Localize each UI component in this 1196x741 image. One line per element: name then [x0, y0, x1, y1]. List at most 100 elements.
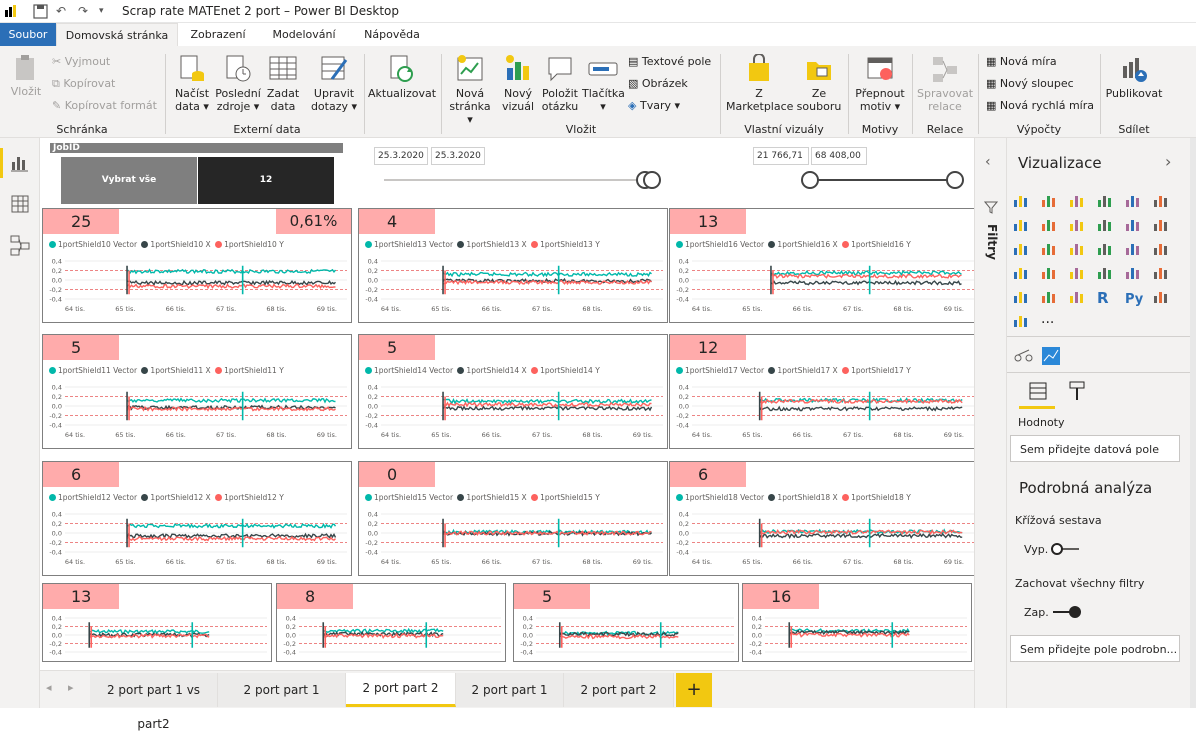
- r-script-visual-icon[interactable]: R: [1097, 288, 1113, 307]
- series-vector-line[interactable]: [442, 271, 652, 278]
- format-painter-button[interactable]: ✎ Kopírovat formát: [52, 99, 157, 112]
- switch-theme-button[interactable]: Přepnout motiv ▾: [852, 54, 908, 113]
- enter-data-button[interactable]: Zadat data: [264, 54, 302, 113]
- series-vector-line[interactable]: [126, 268, 337, 275]
- keep-filters-toggle[interactable]: [1051, 606, 1081, 618]
- series-vector-line[interactable]: [126, 397, 336, 404]
- cross-report-toggle[interactable]: [1051, 543, 1081, 555]
- date-from-input[interactable]: 25.3.2020: [374, 147, 428, 165]
- date-to-input[interactable]: 25.3.2020: [431, 147, 485, 165]
- copy-button[interactable]: ⧉ Kopírovat: [52, 77, 115, 91]
- format-paint-roller-icon[interactable]: [1067, 380, 1089, 402]
- quick-access-dropdown-icon[interactable]: ▾: [99, 6, 104, 16]
- chart-panel-small[interactable]: 8 0,4 0,2 0,0 -0,2 -0,4: [276, 583, 506, 662]
- series-x-line[interactable]: [126, 279, 336, 286]
- line-chart[interactable]: 0,40,20,0-0,2-0,4: [743, 584, 973, 663]
- new-column-button[interactable]: ▦ Nový sloupec: [986, 77, 1074, 90]
- series-x-line[interactable]: [759, 405, 963, 412]
- page-prev-icon[interactable]: ◂: [46, 681, 52, 694]
- series-x-line[interactable]: [770, 279, 962, 286]
- chart-panel[interactable]: 5 1portShield11 Vector 1portShield11 X 1p…: [42, 334, 352, 449]
- area-visual-icon[interactable]: [1041, 216, 1057, 232]
- jobid-option-button[interactable]: 12: [198, 157, 334, 204]
- range-to-input[interactable]: 68 408,00: [811, 147, 867, 165]
- chart-panel-small[interactable]: 16 0,4 0,2 0,0 -0,2 -0,4: [742, 583, 972, 662]
- clustered-column-visual-icon[interactable]: [1097, 192, 1113, 208]
- line-chart[interactable]: 0,40,2 0,0-0,2 -0,464 tis. 65 tis. 66 tis. 67…: [670, 335, 980, 450]
- python-visual-icon[interactable]: Py: [1125, 288, 1143, 307]
- ai-visual-icon[interactable]: [1041, 346, 1061, 366]
- matrix-visual-icon[interactable]: [1069, 288, 1085, 304]
- chart-panel[interactable]: 12 1portShield17 Vector 1portShield17 X 1…: [669, 334, 979, 449]
- stacked-column-visual-icon[interactable]: [1041, 192, 1057, 208]
- line-chart[interactable]: 0,40,20,0-0,2-0,4: [277, 584, 507, 663]
- kpi-visual-icon[interactable]: [1153, 264, 1169, 280]
- page-next-icon[interactable]: ▸: [68, 681, 74, 694]
- line-chart[interactable]: 0,40,2 0,0-0,2 -0,464 tis. 65 tis. 66 tis. 67…: [43, 335, 353, 450]
- waterfall-visual-icon[interactable]: [1013, 240, 1029, 256]
- line-column-2-visual-icon[interactable]: [1125, 216, 1141, 232]
- shapes-button[interactable]: ◈ Tvary ▾: [628, 99, 680, 112]
- filters-pane-collapsed[interactable]: ‹ Filtry: [974, 138, 1006, 708]
- donut-visual-icon[interactable]: [1125, 240, 1141, 256]
- custom-visual-icon[interactable]: [1013, 346, 1035, 364]
- new-quick-measure-button[interactable]: ▦ Nová rychlá míra: [986, 99, 1094, 112]
- marketplace-button[interactable]: Z Marketplace: [726, 54, 793, 113]
- chart-panel[interactable]: 13 1portShield16 Vector 1portShield16 X 1…: [669, 208, 979, 323]
- line-chart[interactable]: 0,40,20,0-0,2-0,4: [514, 584, 740, 663]
- line-chart[interactable]: 0,40,2 0,0-0,2 -0,464 tis. 65 tis. 66 tis. 67…: [359, 462, 669, 577]
- more-visual-icon[interactable]: ···: [1041, 312, 1057, 331]
- new-visual-button[interactable]: Nový vizuál: [498, 54, 538, 113]
- chart-panel[interactable]: 0 1portShield15 Vector 1portShield15 X 1p…: [358, 461, 668, 576]
- chart-panel[interactable]: 6 1portShield12 Vector 1portShield12 X 1p…: [42, 461, 352, 576]
- series-y-line[interactable]: [126, 283, 336, 290]
- page-tab[interactable]: 2 port part 1: [218, 673, 346, 707]
- series-vector-line[interactable]: [126, 522, 337, 529]
- range-slider-handle-right[interactable]: [946, 171, 964, 189]
- values-drop-well[interactable]: Sem přidejte datová pole: [1010, 435, 1180, 462]
- multirow-card-visual-icon[interactable]: [1125, 264, 1141, 280]
- fields-icon[interactable]: [1027, 380, 1049, 402]
- redo-icon[interactable]: ↷: [78, 4, 88, 18]
- scatter-visual-icon[interactable]: [1069, 240, 1085, 256]
- page-tab-active[interactable]: 2 port part 2: [346, 673, 456, 707]
- chart-panel[interactable]: 6 1portShield18 Vector 1portShield18 X 1p…: [669, 461, 979, 576]
- chart-panel[interactable]: 4 1portShield13 Vector 1portShield13 X 1p…: [358, 208, 668, 323]
- 100-bar-visual-icon[interactable]: [1125, 192, 1141, 208]
- chart-panel-small[interactable]: 5 0,4 0,2 0,0 -0,2 -0,4: [513, 583, 739, 662]
- line-chart[interactable]: 0,40,2 0,0-0,2 -0,464 tis. 65 tis. 66 tis. 67…: [359, 335, 669, 450]
- tab-help[interactable]: Nápověda: [356, 23, 428, 46]
- line-chart[interactable]: 0,40,20,0-0,2-0,4: [43, 584, 273, 663]
- series-x-line[interactable]: [442, 405, 653, 412]
- line-chart[interactable]: 0,40,2 0,0-0,2 -0,464 tis. 65 tis. 66 tis. 67…: [43, 462, 353, 577]
- page-tab[interactable]: 2 port part 2: [564, 673, 674, 707]
- tab-home[interactable]: Domovská stránka: [56, 23, 178, 46]
- line-visual-icon[interactable]: [1013, 216, 1029, 232]
- date-slider-handle-right[interactable]: [643, 171, 661, 189]
- gauge-visual-icon[interactable]: [1069, 264, 1085, 280]
- pie-visual-icon[interactable]: [1097, 240, 1113, 256]
- model-view-icon[interactable]: [9, 234, 31, 256]
- line-column-visual-icon[interactable]: [1097, 216, 1113, 232]
- add-page-button[interactable]: +: [676, 673, 712, 707]
- new-page-button[interactable]: Nová stránka ▾: [446, 54, 494, 126]
- chart-panel[interactable]: 5 1portShield14 Vector 1portShield14 X 1p…: [358, 334, 668, 449]
- cut-button[interactable]: ✂ Vyjmout: [52, 55, 110, 68]
- textbox-button[interactable]: ▤ Textové pole: [628, 55, 711, 68]
- range-slider-handle-left[interactable]: [801, 171, 819, 189]
- range-from-input[interactable]: 21 766,71: [753, 147, 809, 165]
- ask-question-button[interactable]: Položit otázku: [540, 54, 580, 113]
- slicer-visual-icon[interactable]: [1013, 288, 1029, 304]
- table-visual-icon[interactable]: [1041, 288, 1057, 304]
- save-icon[interactable]: [33, 4, 48, 19]
- page-tab[interactable]: 2 port part 1: [456, 673, 564, 707]
- ribbon-visual-icon[interactable]: [1153, 216, 1169, 232]
- filled-map-visual-icon[interactable]: [1041, 264, 1057, 280]
- series-vector-line[interactable]: [322, 627, 444, 634]
- series-x-line[interactable]: [759, 533, 963, 540]
- line-chart[interactable]: 0,40,2 0,0-0,2 -0,464 tis. 65 tis. 66 tis. 67…: [670, 462, 980, 577]
- page-tab[interactable]: 2 port part 1 vs part2: [90, 673, 218, 731]
- paste-button[interactable]: Vložit: [6, 54, 46, 98]
- qa-visual-icon[interactable]: [1013, 312, 1029, 328]
- chevron-left-icon[interactable]: ‹: [985, 154, 991, 170]
